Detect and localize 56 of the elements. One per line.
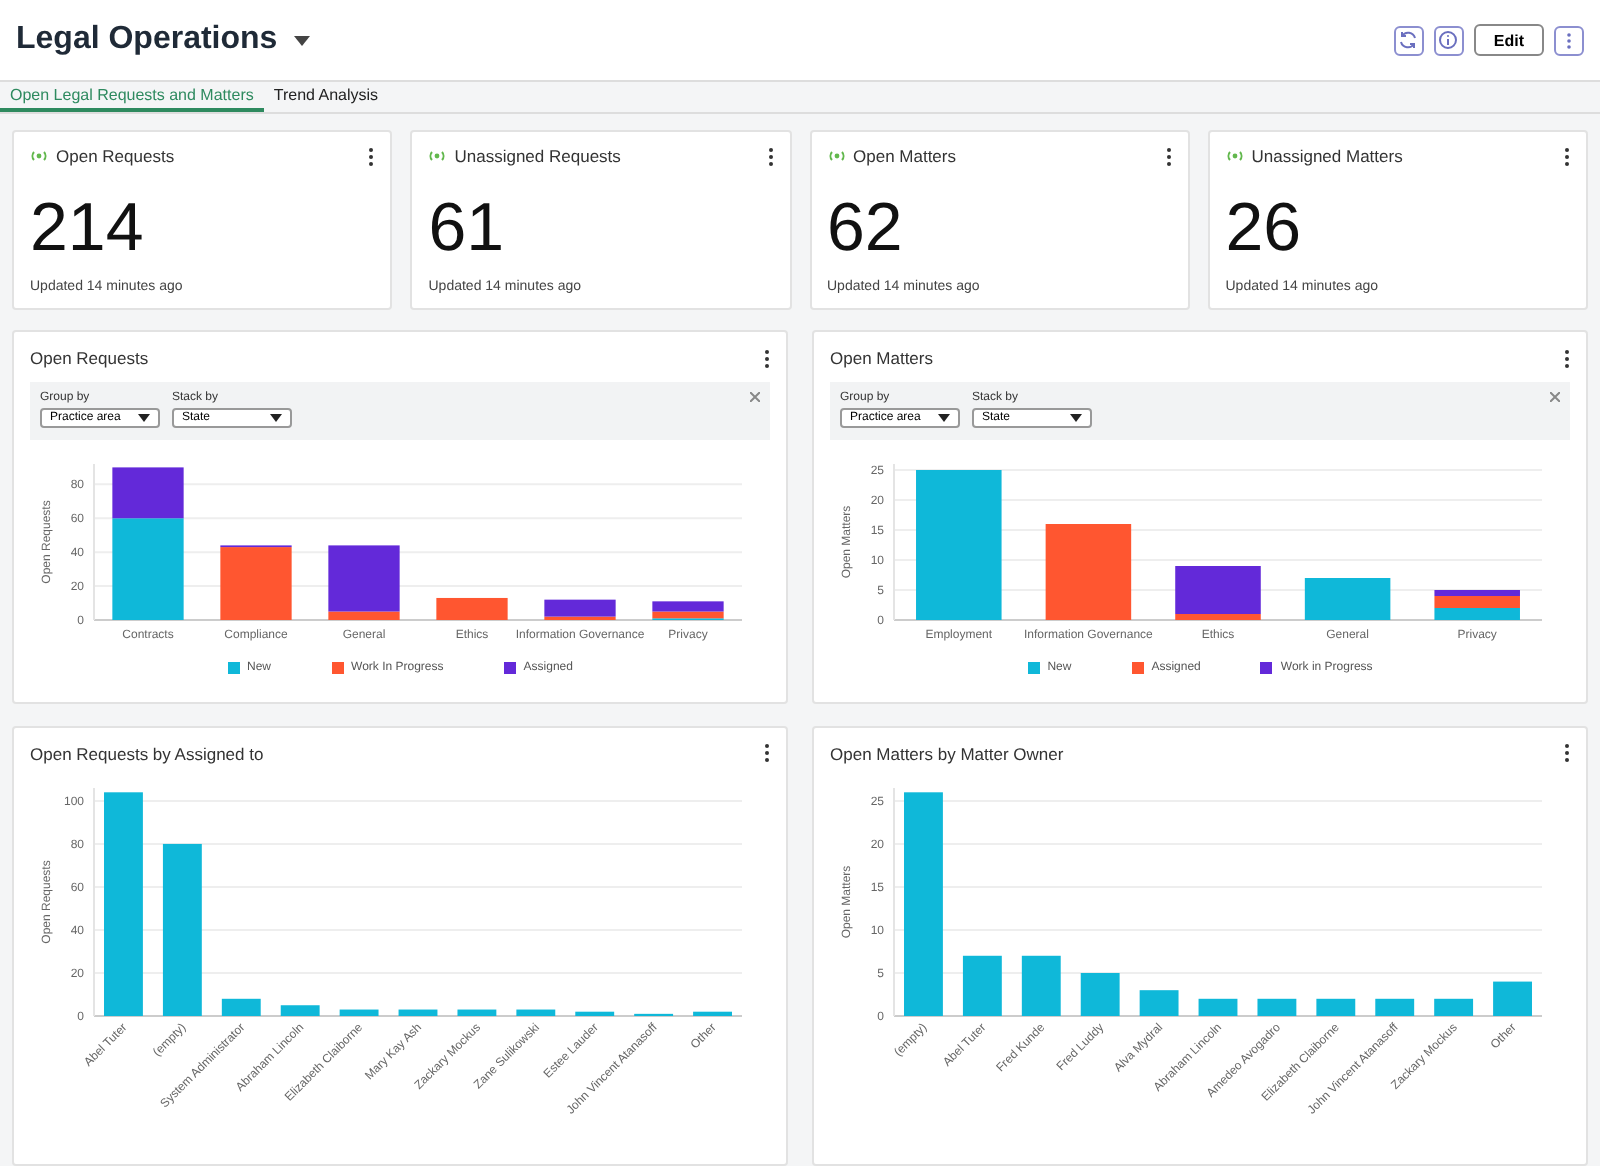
chart-bar (1434, 997, 1474, 1015)
card-title: Open Matters (853, 146, 956, 166)
chart-bar (516, 1008, 556, 1015)
chart-bar (280, 1004, 320, 1015)
more-icon[interactable] (1564, 349, 1570, 367)
more-icon[interactable] (368, 147, 375, 165)
chart-bar (398, 1008, 438, 1015)
chart-bar (1257, 997, 1297, 1015)
more-button[interactable] (1554, 25, 1584, 55)
more-icon[interactable] (767, 147, 773, 165)
caret-icon[interactable] (1070, 414, 1082, 422)
more-icon[interactable] (1564, 744, 1570, 762)
card-title: Unassigned Requests (454, 146, 621, 166)
chart-bar (575, 1010, 615, 1015)
more-icon[interactable] (1564, 147, 1570, 165)
signal-icon (30, 150, 48, 162)
caret-icon[interactable] (938, 414, 950, 422)
edit-button[interactable]: Edit (1473, 24, 1544, 56)
chart-bar (1139, 989, 1179, 1015)
signal-icon (428, 150, 447, 162)
chart-bar (436, 597, 508, 620)
chart-bar (221, 997, 261, 1015)
more-icon[interactable] (764, 744, 770, 762)
signal-icon (827, 150, 845, 162)
more-icon[interactable] (764, 349, 770, 367)
caret-icon[interactable] (270, 414, 282, 422)
chart-bar (962, 954, 1002, 1015)
caret-icon[interactable] (138, 414, 150, 422)
chart-bar (1375, 997, 1415, 1015)
caret-icon[interactable] (293, 35, 310, 45)
dashboard-title: Legal Operations (16, 22, 278, 58)
chart-bar (1198, 997, 1238, 1015)
chart-bar (339, 1008, 379, 1015)
card-title: Open Requests (30, 348, 149, 368)
card-title: Open Requests (56, 146, 175, 166)
chart-bar (1493, 980, 1532, 1015)
tab[interactable]: Trend Analysis (263, 82, 389, 112)
chart-bar (693, 1010, 732, 1015)
metric-value: 214 (30, 190, 146, 268)
metric-value: 26 (1225, 190, 1304, 268)
metric-value: 61 (428, 190, 507, 268)
card-title: Unassigned Matters (1251, 146, 1403, 166)
close-icon[interactable] (1550, 392, 1560, 402)
card-title: Open Matters (830, 348, 933, 368)
card-title: Open Requests by Assigned to (30, 743, 264, 763)
chart-bar (1316, 997, 1356, 1015)
metric-value: 62 (827, 190, 905, 268)
chart-bar (1304, 578, 1391, 620)
close-icon[interactable] (750, 392, 760, 402)
chart-bar (1080, 972, 1120, 1015)
card-title: Open Matters by Matter Owner (830, 743, 1064, 763)
chart-bar (1021, 954, 1061, 1015)
chart-bar (457, 1008, 497, 1015)
more-icon[interactable] (1165, 147, 1172, 165)
signal-icon (1225, 150, 1244, 162)
chart-bar (1045, 524, 1132, 620)
